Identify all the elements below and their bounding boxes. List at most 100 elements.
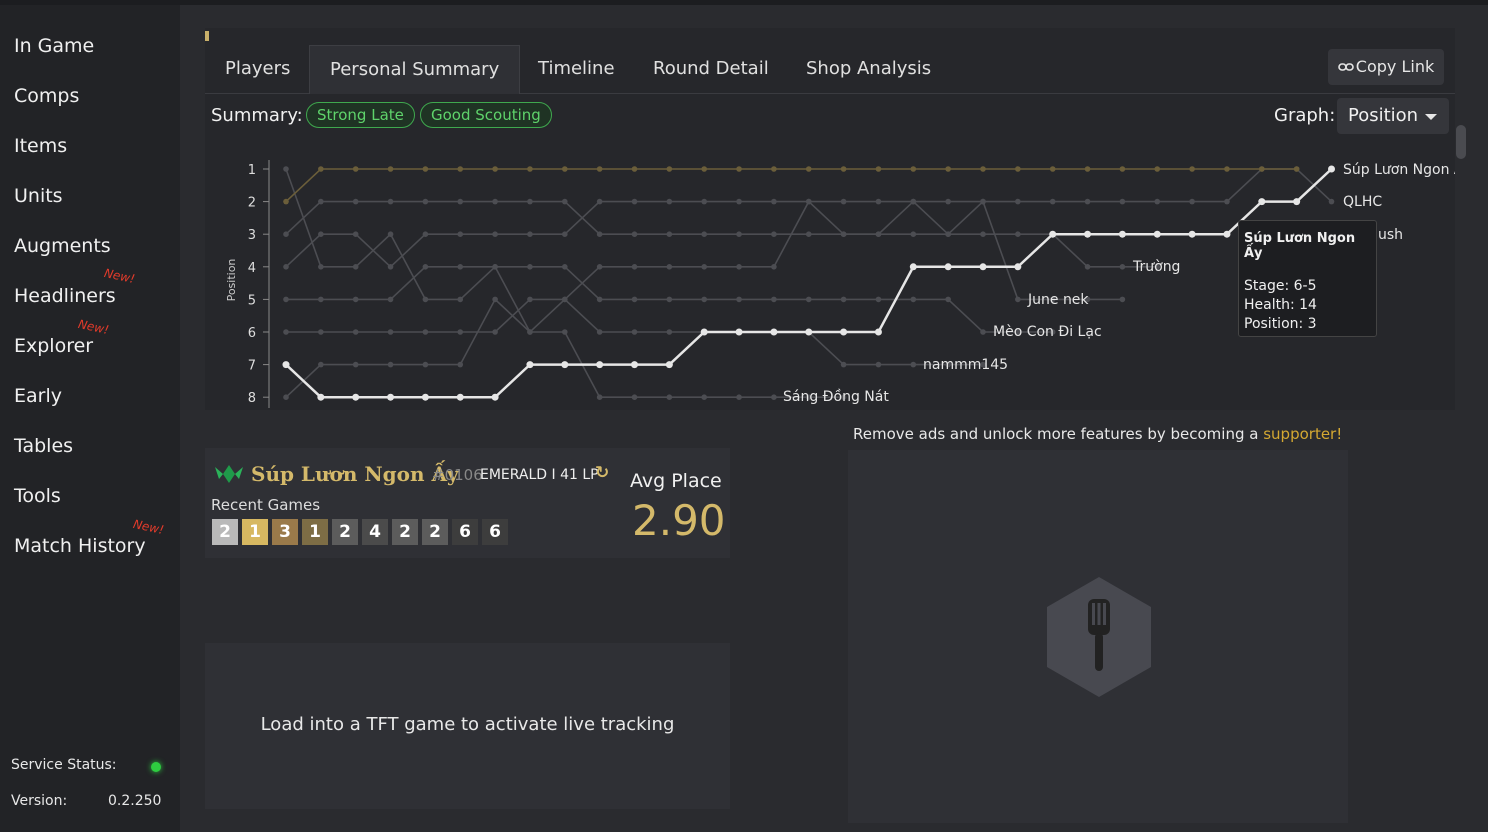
tab-personal-summary[interactable]: Personal Summary bbox=[309, 45, 521, 94]
data-point bbox=[283, 231, 289, 237]
data-point bbox=[666, 264, 673, 270]
recent-game-badge[interactable]: 3 bbox=[272, 519, 298, 545]
sidebar-item-explorer[interactable]: Explorer bbox=[14, 335, 93, 357]
sidebar-item-units[interactable]: Units bbox=[14, 185, 63, 207]
data-point bbox=[1118, 230, 1126, 238]
data-point bbox=[840, 361, 847, 368]
data-point bbox=[318, 166, 324, 172]
data-point bbox=[1084, 166, 1091, 172]
data-point bbox=[283, 296, 289, 303]
data-point bbox=[352, 198, 359, 205]
data-point bbox=[283, 264, 289, 270]
data-point bbox=[771, 231, 777, 237]
recent-game-badge[interactable]: 1 bbox=[242, 519, 268, 545]
supporter-link[interactable]: supporter! bbox=[1263, 425, 1342, 443]
data-point bbox=[771, 166, 777, 172]
graph-type-select[interactable]: Position bbox=[1337, 98, 1449, 134]
data-point bbox=[736, 394, 742, 400]
recent-games-label: Recent Games bbox=[211, 496, 321, 514]
y-axis-label: Position bbox=[225, 259, 238, 302]
data-point bbox=[1119, 166, 1126, 172]
ad-text: Remove ads and unlock more features by b… bbox=[853, 425, 1264, 443]
graph-type-value: Position bbox=[1348, 105, 1419, 126]
recent-game-badge[interactable]: 6 bbox=[452, 519, 478, 545]
sidebar-item-items[interactable]: Items bbox=[14, 135, 67, 157]
data-point bbox=[457, 198, 464, 205]
refresh-icon[interactable]: ↻ bbox=[595, 463, 609, 483]
data-point bbox=[527, 166, 533, 172]
data-point bbox=[422, 166, 429, 172]
data-point bbox=[980, 198, 986, 205]
data-point bbox=[875, 296, 882, 303]
series-end-label: nammm145 bbox=[923, 357, 1008, 373]
copy-link-button[interactable]: Copy Link bbox=[1328, 49, 1444, 85]
data-point bbox=[527, 231, 533, 237]
y-tick-label: 1 bbox=[248, 163, 256, 178]
ad-placeholder bbox=[848, 450, 1348, 823]
data-point bbox=[701, 198, 707, 205]
recent-game-badge[interactable]: 2 bbox=[422, 519, 448, 545]
tab-timeline[interactable]: Timeline bbox=[518, 45, 635, 93]
accent-mark bbox=[205, 31, 209, 41]
data-point bbox=[492, 198, 498, 205]
tooltip-health: Health: 14 bbox=[1244, 297, 1317, 313]
data-point bbox=[526, 361, 534, 369]
sidebar-item-headliners[interactable]: Headliners bbox=[14, 285, 116, 307]
data-point bbox=[666, 329, 673, 335]
recent-game-badge[interactable]: 2 bbox=[332, 519, 358, 545]
data-point bbox=[1015, 296, 1021, 303]
recent-game-badge[interactable]: 4 bbox=[362, 519, 388, 545]
sidebar: In Game Comps Items Units Augments Headliners… bbox=[0, 5, 180, 832]
sidebar-item-in-game[interactable]: In Game bbox=[14, 35, 94, 57]
y-tick-label: 2 bbox=[248, 196, 256, 211]
data-point bbox=[387, 393, 395, 401]
data-point bbox=[318, 264, 324, 270]
data-point bbox=[492, 329, 498, 335]
data-point bbox=[945, 296, 951, 303]
data-point bbox=[562, 198, 568, 205]
live-tracking-message: Load into a TFT game to activate live tr… bbox=[260, 714, 675, 735]
data-point bbox=[736, 198, 742, 205]
graph-label: Graph: bbox=[1274, 105, 1336, 126]
data-point bbox=[805, 198, 812, 205]
data-point bbox=[283, 198, 289, 205]
data-point bbox=[492, 166, 498, 172]
data-point bbox=[422, 264, 429, 270]
data-point bbox=[387, 231, 394, 237]
data-point bbox=[666, 296, 673, 303]
recent-game-badge[interactable]: 1 bbox=[302, 519, 328, 545]
data-point bbox=[1259, 166, 1265, 172]
tab-shop-analysis[interactable]: Shop Analysis bbox=[786, 45, 951, 93]
recent-game-badge[interactable]: 2 bbox=[212, 519, 238, 545]
data-point bbox=[875, 231, 882, 237]
data-point bbox=[631, 361, 638, 369]
data-point bbox=[387, 264, 394, 270]
sidebar-item-augments[interactable]: Augments bbox=[14, 235, 111, 257]
scrollbar[interactable] bbox=[1456, 125, 1466, 159]
summary-pill-good-scouting: Good Scouting bbox=[420, 102, 552, 128]
data-point bbox=[736, 166, 742, 172]
top-bar bbox=[0, 0, 1488, 5]
data-point bbox=[631, 329, 638, 335]
player-rank: EMERALD I 41 LP bbox=[480, 467, 599, 483]
data-point bbox=[1084, 264, 1091, 270]
data-point bbox=[1189, 198, 1195, 205]
sidebar-item-match-history[interactable]: Match History bbox=[14, 535, 146, 557]
tab-players[interactable]: Players bbox=[205, 45, 310, 93]
sidebar-item-tables[interactable]: Tables bbox=[14, 435, 73, 457]
data-point bbox=[1153, 230, 1161, 238]
y-tick-label: 7 bbox=[248, 359, 256, 374]
version-value: 0.2.250 bbox=[108, 793, 162, 809]
sidebar-item-tools[interactable]: Tools bbox=[14, 485, 61, 507]
recent-game-badge[interactable]: 6 bbox=[482, 519, 508, 545]
data-point bbox=[596, 394, 603, 400]
data-point bbox=[562, 166, 568, 172]
sidebar-item-comps[interactable]: Comps bbox=[14, 85, 79, 107]
recent-game-badge[interactable]: 2 bbox=[392, 519, 418, 545]
data-point bbox=[631, 296, 638, 303]
tab-round-detail[interactable]: Round Detail bbox=[633, 45, 789, 93]
sidebar-item-early[interactable]: Early bbox=[14, 385, 62, 407]
data-point bbox=[387, 166, 394, 172]
data-point bbox=[283, 394, 289, 400]
data-point bbox=[1014, 263, 1022, 271]
